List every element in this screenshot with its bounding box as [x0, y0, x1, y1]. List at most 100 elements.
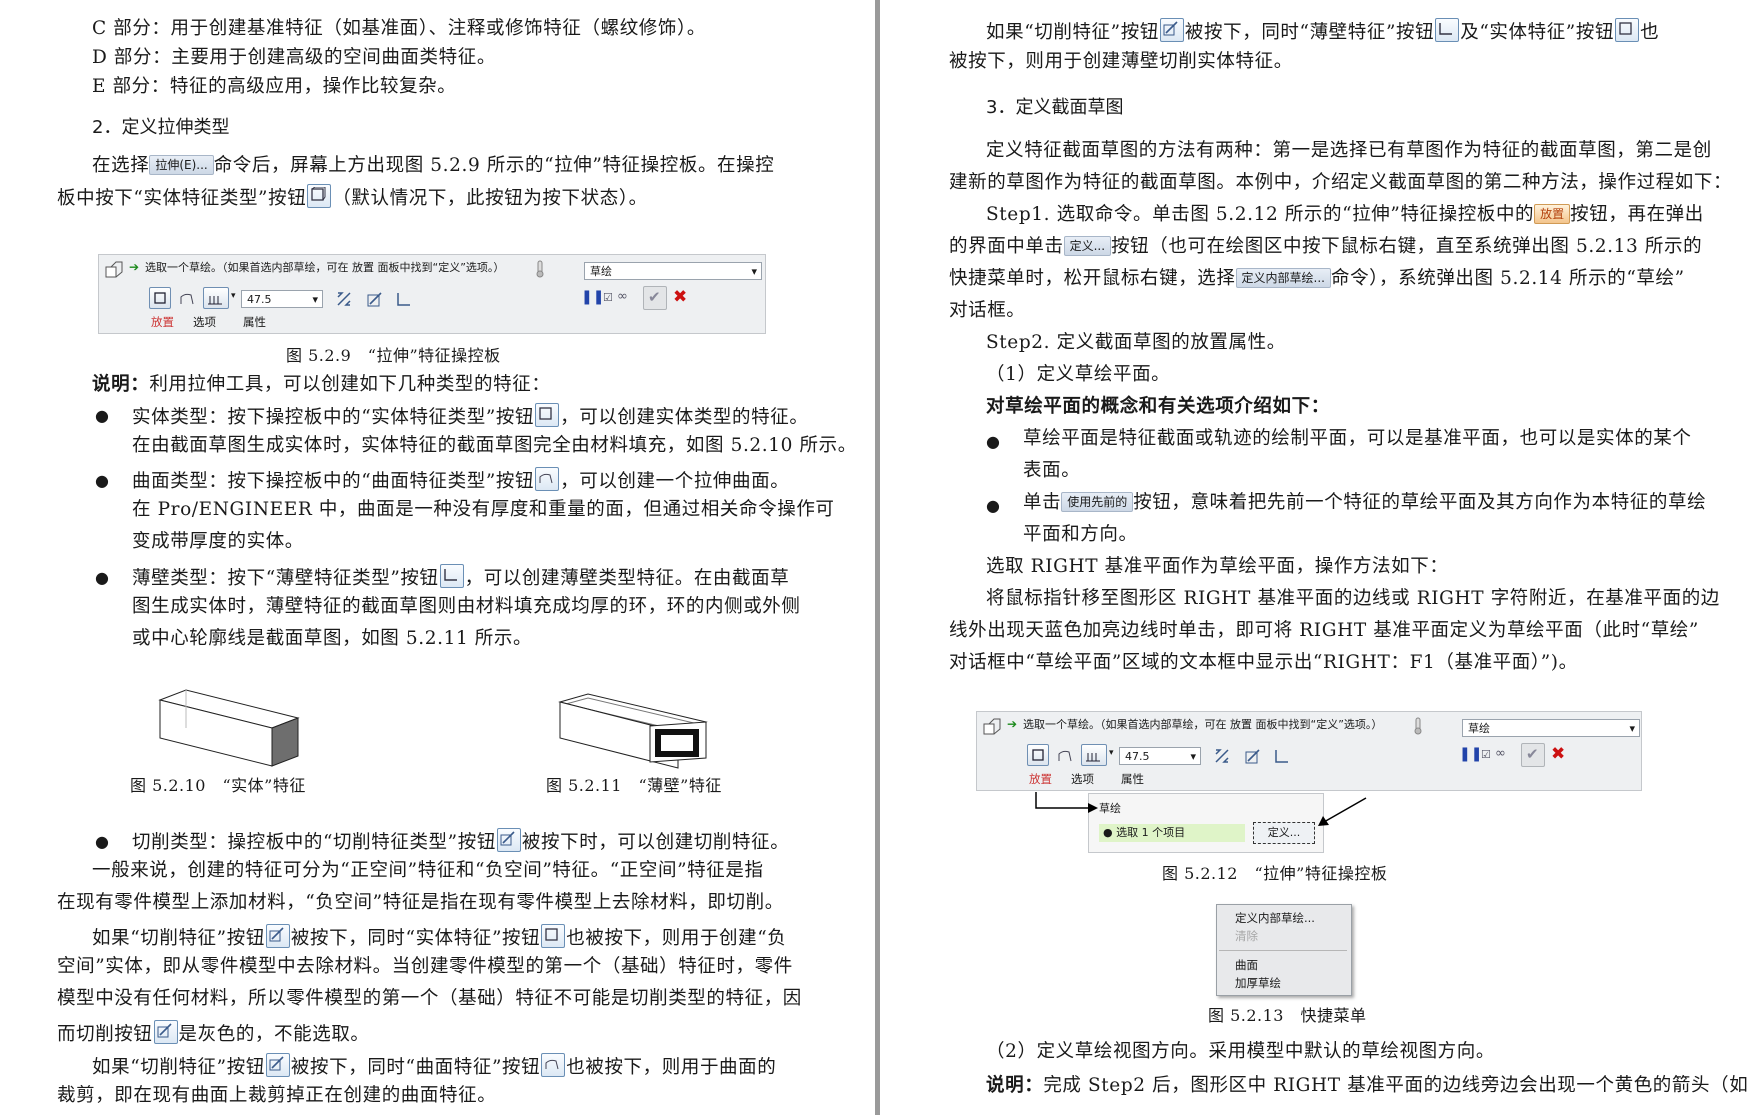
bullet-icon: ● [95, 568, 109, 587]
arrow-icon: ➔ [1007, 717, 1018, 731]
cut-type-icon [265, 1053, 290, 1077]
paragraph-line: 而切削按钮 是灰色的，不能选取。 [57, 1020, 370, 1046]
thicken-icon[interactable] [395, 290, 413, 308]
surface-type-button[interactable] [1055, 746, 1075, 769]
paragraph-line: 如果“切削特征”按钮 被按下，同时“薄壁特征”按钮 及“实体特征”按钮也 [986, 18, 1659, 44]
cancel-icon[interactable]: ✖ [673, 287, 687, 307]
bullet-line: 薄壁类型：按下“薄壁特征类型”按钮 ，可以创建薄壁类型特征。在由截面草 [132, 564, 789, 590]
confirm-button[interactable]: ✔ [1521, 743, 1545, 767]
depth-input[interactable]: 47.5 ▾ [1119, 747, 1201, 765]
quick-menu: 定义内部草绘... 清除 曲面 加厚草绘 [1216, 904, 1352, 996]
cut-type-icon [153, 1020, 178, 1044]
chevron-down-icon[interactable]: ▾ [231, 291, 236, 301]
bullet-line: 在 Pro/ENGINEER 中，曲面是一种没有厚度和重量的面，但通过相关命令操… [132, 499, 835, 520]
use-previous-button: 使用先前的 [1061, 492, 1134, 512]
paragraph-line: 对话框中“草绘平面”区域的文本框中显示出“RIGHT：F1（基准平面）”)。 [949, 652, 1578, 673]
bullet-line: 或中心轮廓线是截面草图，如图 5.2.11 所示。 [132, 628, 533, 649]
paragraph-line: 板中按下“实体特征类型”按钮 （默认情况下，此按钮为按下状态）。 [57, 184, 648, 210]
solid-type-icon [1615, 18, 1640, 42]
step-line: Step2. 定义截面草图的放置属性。 [986, 332, 1286, 353]
note-line: 说明：完成 Step2 后，图形区中 RIGHT 基准平面的边线旁边会出现一个黄… [986, 1075, 1749, 1096]
bullet-line: 变成带厚度的实体。 [132, 531, 304, 552]
pause-icon[interactable]: ❚❚ [1459, 746, 1482, 762]
menu-item-define-internal-sketch[interactable]: 定义内部草绘... [1235, 910, 1315, 926]
glasses-icon[interactable]: ∞ [1495, 746, 1506, 761]
place-tab-button: 放置 [1534, 204, 1571, 224]
cancel-icon[interactable]: ✖ [1551, 744, 1565, 764]
chevron-down-icon[interactable]: ▾ [1109, 748, 1114, 758]
bullet-icon: ● [95, 471, 109, 490]
prompt-message: 选取一个草绘。（如果首选内部草绘，可在 放置 面板中找到“定义”选项。） [145, 261, 505, 274]
bullet-line: 图生成实体时，薄壁特征的截面草图则由材料填充成均厚的环，环的内侧或外侧 [132, 596, 801, 617]
prompt-message: 选取一个草绘。（如果首选内部草绘，可在 放置 面板中找到“定义”选项。） [1023, 718, 1383, 731]
surface-type-button[interactable] [177, 289, 197, 312]
bold-intro: 对草绘平面的概念和有关选项介绍如下： [986, 396, 1330, 417]
cut-type-icon [265, 924, 290, 948]
define-internal-sketch-button: 定义内部草绘... [1235, 268, 1331, 288]
sketch-select[interactable]: 草绘 ▾ [584, 262, 762, 280]
extrude-menu-button: 拉伸(E)... [149, 155, 214, 175]
figure-caption: 图 5.2.13 快捷菜单 [1208, 1006, 1367, 1025]
tab-place[interactable]: 放置 [1029, 771, 1052, 787]
tab-options[interactable]: 选项 [1071, 771, 1094, 787]
flip-direction-icon[interactable] [335, 290, 353, 308]
cut-type-icon [496, 828, 521, 852]
step-line: （2）定义草绘视图方向。采用模型中默认的草绘视图方向。 [986, 1041, 1495, 1062]
sketch-select[interactable]: 草绘 ▾ [1462, 719, 1640, 737]
confirm-button[interactable]: ✔ [643, 286, 667, 310]
paragraph-line: 定义特征截面草图的方法有两种：第一是选择已有草图作为特征的截面草图，第二是创 [986, 140, 1712, 161]
arrow-icon: ➔ [129, 260, 140, 274]
figure-caption: 图 5.2.11 “薄壁”特征 [546, 776, 722, 795]
depth-option-button[interactable] [1081, 744, 1107, 766]
solid-type-button[interactable] [149, 287, 171, 309]
figure-caption: 图 5.2.12 “拉伸”特征操控板 [1162, 864, 1388, 883]
glasses-icon[interactable]: ∞ [617, 289, 628, 304]
cut-type-icon [1159, 18, 1184, 42]
paragraph-line: 如果“切削特征”按钮 被按下，同时“曲面特征”按钮 也被按下，则用于曲面的 [92, 1053, 776, 1079]
preview-checkbox[interactable]: ☑ [603, 291, 613, 304]
solid-type-icon [535, 403, 560, 427]
thicken-icon[interactable] [1273, 747, 1291, 765]
paragraph-line: 裁剪，即在现有曲面上裁剪掉正在创建的曲面特征。 [57, 1085, 497, 1106]
menu-item-surface[interactable]: 曲面 [1235, 957, 1258, 973]
paragraph-line: 线外出现天蓝色加亮边线时单击，即可将 RIGHT 基准平面定义为草绘平面（此时“… [949, 620, 1699, 641]
flip-direction-icon[interactable] [1213, 747, 1231, 765]
text-line: C 部分：用于创建基准特征（如基准面）、注释或修饰特征（螺纹修饰）。 [92, 18, 706, 39]
remove-material-icon[interactable] [1243, 746, 1263, 766]
tab-place[interactable]: 放置 [151, 314, 174, 330]
bullet-icon: ● [95, 832, 109, 851]
paragraph-line: 一般来说，创建的特征可分为“正空间”特征和“负空间”特征。“正空间”特征是指 [92, 860, 764, 881]
remove-material-icon[interactable] [365, 289, 385, 309]
text-line: E 部分：特征的高级应用，操作比较复杂。 [92, 76, 457, 97]
menu-item-clear[interactable]: 清除 [1235, 928, 1258, 944]
thermometer-icon [1414, 717, 1422, 735]
step-line: （1）定义草绘平面。 [986, 364, 1171, 385]
panel-title: 草绘 [1099, 802, 1121, 815]
solid-type-button[interactable] [1027, 744, 1049, 766]
tab-options[interactable]: 选项 [193, 314, 216, 330]
tab-properties[interactable]: 属性 [243, 314, 266, 330]
define-button[interactable]: 定义... [1253, 822, 1315, 844]
pause-icon[interactable]: ❚❚ [581, 289, 604, 305]
preview-checkbox[interactable]: ☑ [1481, 748, 1491, 761]
depth-input[interactable]: 47.5 ▾ [241, 290, 323, 308]
depth-option-button[interactable] [203, 287, 229, 309]
figure-caption: 图 5.2.9 “拉伸”特征操控板 [286, 346, 501, 365]
menu-item-thicken-sketch[interactable]: 加厚草绘 [1235, 975, 1281, 991]
thermometer-icon [536, 260, 544, 278]
left-page: C 部分：用于创建基准特征（如基准面）、注释或修饰特征（螺纹修饰）。 D 部分：… [0, 0, 875, 1115]
bullet-line: 在由截面草图生成实体时，实体特征的截面草图完全由材料填充，如图 5.2.10 所… [132, 435, 857, 456]
bullet-line: 实体类型：按下操控板中的“实体特征类型”按钮 ，可以创建实体类型的特征。 [132, 403, 808, 429]
paragraph-line: 空间”实体，即从零件模型中去除材料。当创建零件模型的第一个（基础）特征时，零件 [57, 956, 793, 977]
surface-type-icon [541, 1053, 566, 1077]
select-item-field[interactable]: ● 选取 1 个项目 [1099, 824, 1245, 842]
step-line: Step1. 选取命令。单击图 5.2.12 所示的“拉伸”特征操控板中的 放置按… [986, 204, 1704, 225]
bullet-line: 切削类型：操控板中的“切削特征类型”按钮 被按下时，可以创建切削特征。 [132, 828, 789, 854]
note-line: 说明：利用拉伸工具，可以创建如下几种类型的特征： [92, 374, 551, 395]
paragraph-line: 将鼠标指针移至图形区 RIGHT 基准平面的边线或 RIGHT 字符附近，在基准… [986, 588, 1720, 609]
callout-arrow [1035, 792, 1098, 813]
tab-properties[interactable]: 属性 [1121, 771, 1144, 787]
section-heading: 2．定义拉伸类型 [92, 117, 230, 138]
paragraph-line: 被按下，则用于创建薄壁切削实体特征。 [949, 51, 1293, 72]
paragraph-line: 在选择 拉伸(E)... 命令后，屏幕上方出现图 5.2.9 所示的“拉伸”特征操控… [92, 155, 775, 176]
